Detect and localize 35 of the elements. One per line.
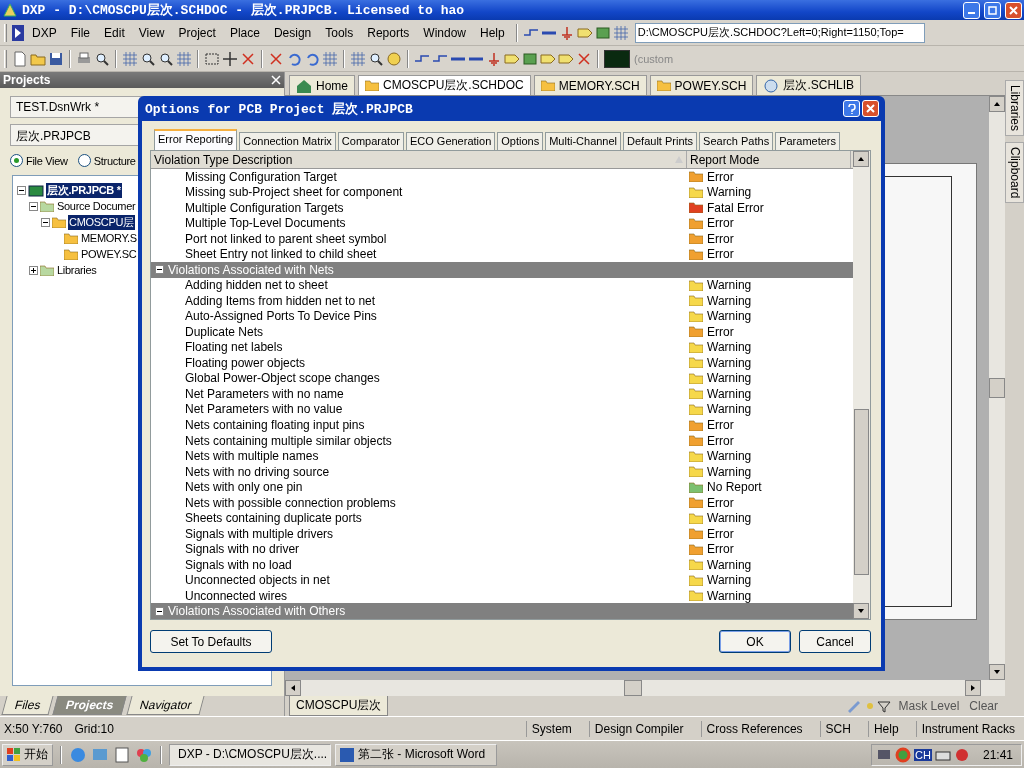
group-label: Violations Associated with Others: [168, 604, 346, 619]
violation-type: Floating net labels: [184, 340, 284, 355]
violation-type: Missing sub-Project sheet for component: [184, 185, 404, 200]
violation-type: Sheet Entry not linked to child sheet: [184, 247, 378, 262]
violation-type: Net Parameters with no value: [184, 402, 344, 417]
violation-type: Sheets containing duplicate ports: [184, 511, 363, 526]
violation-type: Auto-Assigned Ports To Device Pins: [184, 309, 378, 324]
violation-type: Nets containing multiple similar objects: [184, 433, 393, 448]
violation-type: Adding Items from hidden net to net: [184, 293, 377, 308]
violation-type: Signals with no driver: [184, 542, 301, 557]
violation-type: Missing Configuration Target: [184, 169, 338, 184]
violation-type: Nets containing floating input pins: [184, 418, 366, 432]
violation-type: Unconnected objects in net: [184, 573, 331, 588]
coordinates-text: X:50 Y:760: [4, 721, 63, 736]
violation-type: Nets with only one pin: [184, 480, 304, 495]
violation-type: Floating power objects: [184, 355, 307, 370]
violation-type: Net Parameters with no name: [184, 386, 345, 401]
violation-type: Signals with multiple drivers: [184, 526, 335, 541]
violation-type: Multiple Configuration Targets: [184, 200, 345, 215]
clock: 21:41: [982, 747, 1013, 762]
violation-type: Multiple Top-Level Documents: [184, 216, 347, 231]
violation-type: Global Power-Object scope changes: [184, 371, 381, 386]
violation-type: Nets with no driving source: [184, 464, 331, 479]
grid-text: Grid:10: [74, 721, 114, 736]
violation-type: Nets with multiple names: [184, 449, 320, 464]
violation-type: Unconnected wires: [184, 588, 289, 603]
panel-title: Projects: [3, 73, 51, 87]
group-label: Violations Associated with Nets: [168, 262, 334, 277]
violation-type: Signals with no load: [184, 557, 293, 572]
window-title: DXP - D:\CMOSCPU层次.SCHDOC - 层次.PRJPCB. Licensed to hao: [22, 2, 466, 19]
violation-type: Duplicate Nets: [184, 324, 265, 339]
dialog-title: Options for PCB Project 层次.PRJPCB: [145, 100, 413, 118]
violation-type: Port not linked to parent sheet symbol: [184, 231, 388, 246]
violation-type: Adding hidden net to sheet: [184, 278, 329, 293]
violation-type: Nets with possible connection problems: [184, 495, 397, 510]
